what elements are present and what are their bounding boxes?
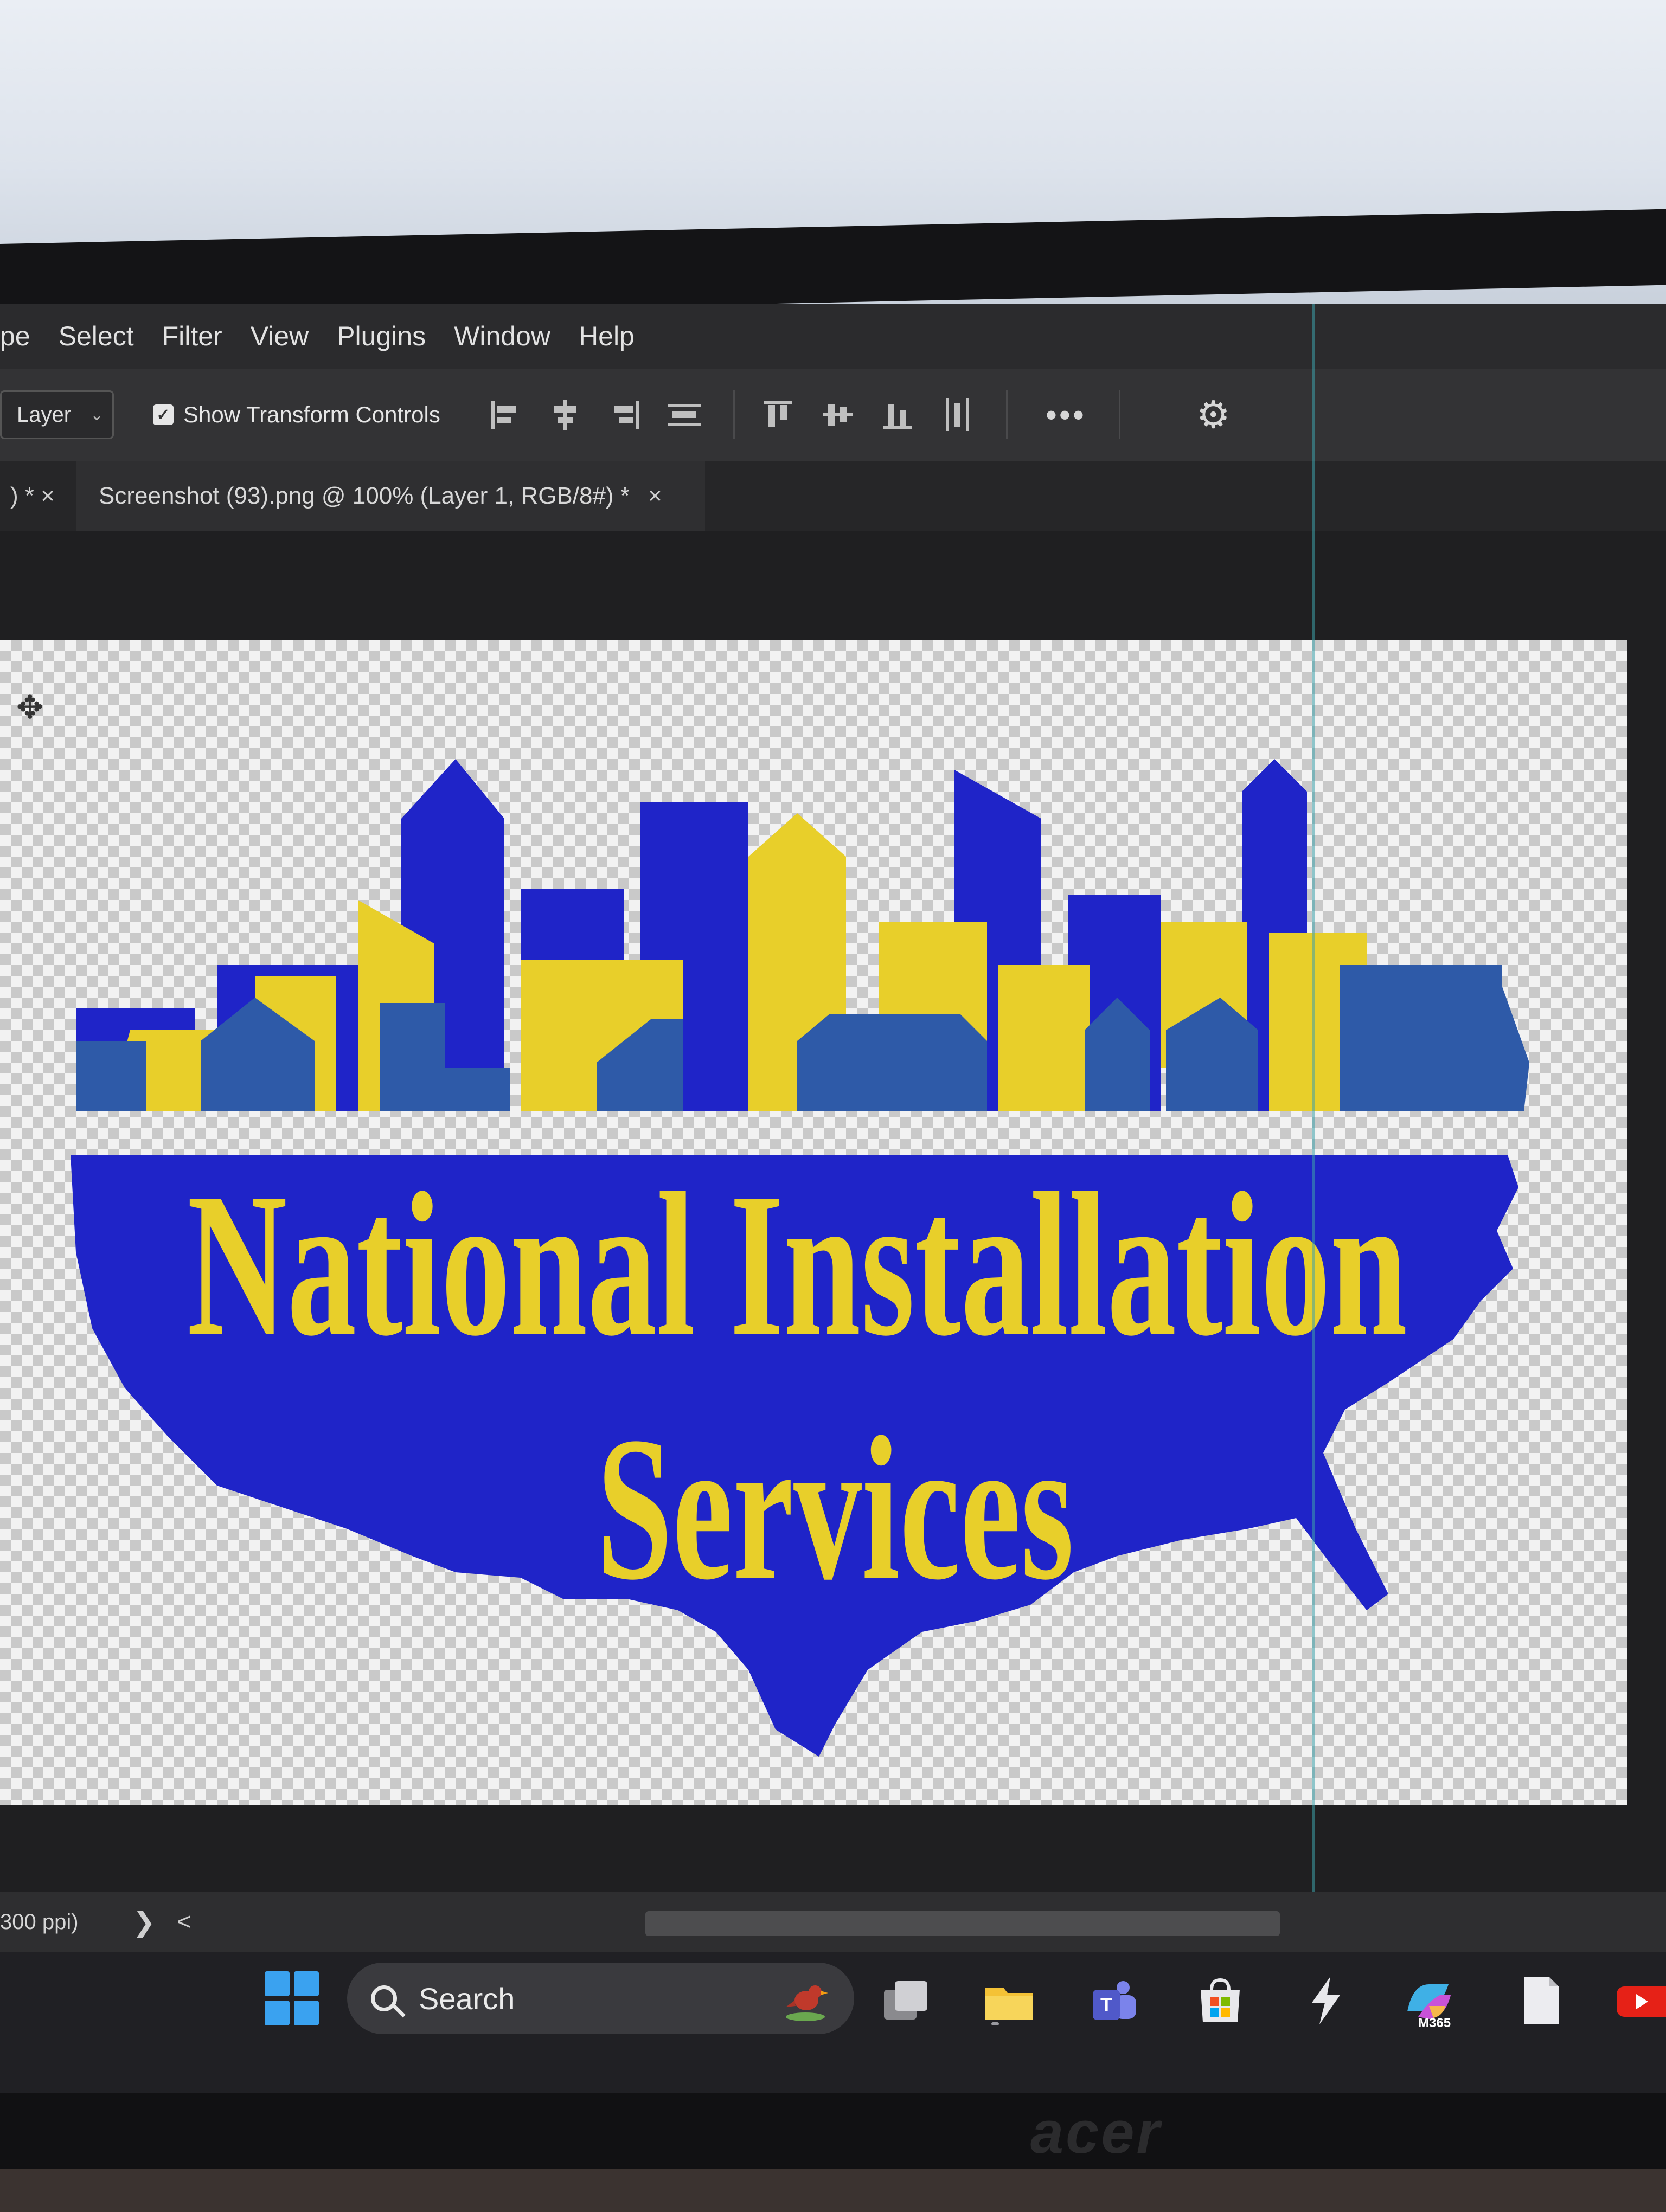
toolbar-separator bbox=[733, 390, 735, 439]
building-steel-6 bbox=[1340, 965, 1502, 1111]
youtube-icon[interactable] bbox=[1613, 1973, 1666, 2028]
building-steel-1 bbox=[76, 1041, 146, 1111]
more-options-icon[interactable]: ••• bbox=[1046, 396, 1086, 434]
document-canvas[interactable]: National Installation Services bbox=[0, 640, 1627, 1805]
horizontal-scrollbar-thumb[interactable] bbox=[645, 1911, 1280, 1936]
document-tab-bar: ) * × Screenshot (93).png @ 100% (Layer … bbox=[0, 461, 1666, 531]
menu-select[interactable]: Select bbox=[59, 320, 134, 352]
show-transform-controls-label: Show Transform Controls bbox=[183, 402, 440, 427]
search-label: Search bbox=[419, 1981, 515, 2016]
taskbar-search[interactable]: Search bbox=[347, 1963, 854, 2034]
tab-title: Screenshot (93).png @ 100% (Layer 1, RGB… bbox=[99, 483, 630, 509]
building-steel-5 bbox=[797, 1014, 987, 1111]
toolbar-separator bbox=[1005, 390, 1008, 439]
distribute-vertical-icon[interactable] bbox=[668, 398, 701, 431]
status-expand-arrow[interactable]: ❯ bbox=[133, 1906, 156, 1938]
close-icon[interactable]: × bbox=[648, 483, 662, 510]
windows-start-icon[interactable] bbox=[265, 1971, 319, 2025]
monitor-brand-logo: acer bbox=[1030, 2099, 1162, 2166]
file-explorer-icon[interactable] bbox=[982, 1973, 1036, 2028]
tab-active-document[interactable]: Screenshot (93).png @ 100% (Layer 1, RGB… bbox=[76, 461, 705, 531]
menu-filter[interactable]: Filter bbox=[162, 320, 222, 352]
menu-view[interactable]: View bbox=[251, 320, 309, 352]
align-horizontal-centers-icon[interactable] bbox=[549, 398, 581, 431]
desk-surface bbox=[0, 2169, 1666, 2212]
m365-label: M365 bbox=[1418, 2016, 1451, 2030]
align-top-edges-icon[interactable] bbox=[762, 398, 794, 431]
notepad-icon[interactable] bbox=[1513, 1973, 1567, 2028]
layer-select-label: Layer bbox=[17, 402, 72, 427]
align-left-edges-icon[interactable] bbox=[489, 398, 522, 431]
svg-text:T: T bbox=[1100, 1994, 1112, 2016]
guide-line bbox=[1312, 304, 1315, 1930]
options-bar: Layer ⌄ ✓ Show Transform Controls ••• ⚙ bbox=[0, 369, 1666, 461]
menu-plugins[interactable]: Plugins bbox=[337, 320, 426, 352]
menu-help[interactable]: Help bbox=[579, 320, 635, 352]
menu-window[interactable]: Window bbox=[454, 320, 550, 352]
logo-line-2: Services bbox=[597, 1394, 1074, 1623]
scroll-left-arrow[interactable]: < bbox=[177, 1908, 191, 1935]
building-steel-3 bbox=[445, 1068, 510, 1111]
toolbar-separator bbox=[1118, 390, 1120, 439]
menubar: pe Select Filter View Plugins Window Hel… bbox=[0, 304, 1666, 369]
checkmark-icon: ✓ bbox=[153, 404, 174, 425]
monitor-bezel-bottom bbox=[0, 2093, 1666, 2174]
gear-icon[interactable]: ⚙ bbox=[1196, 393, 1231, 437]
show-transform-controls-checkbox[interactable]: ✓ Show Transform Controls bbox=[153, 402, 440, 428]
distribute-horizontal-icon[interactable] bbox=[941, 398, 973, 431]
microsoft-store-icon[interactable] bbox=[1193, 1973, 1247, 2028]
align-vertical-centers-icon[interactable] bbox=[822, 398, 854, 431]
align-bottom-edges-icon[interactable] bbox=[881, 398, 914, 431]
logo-line-1: National Installation bbox=[187, 1150, 1407, 1379]
tower-yellow-7 bbox=[998, 965, 1090, 1111]
task-view-icon[interactable] bbox=[879, 1973, 933, 2028]
move-cursor-icon: ✥ bbox=[16, 689, 44, 725]
auto-select-layer-dropdown[interactable]: Layer ⌄ bbox=[0, 390, 114, 439]
building-steel-2 bbox=[380, 1003, 445, 1111]
menu-type[interactable]: pe bbox=[0, 320, 30, 352]
align-right-edges-icon[interactable] bbox=[608, 398, 641, 431]
chevron-down-icon: ⌄ bbox=[89, 406, 104, 424]
teams-icon[interactable]: T bbox=[1087, 1973, 1142, 2028]
document-info: 300 ppi) bbox=[0, 1909, 79, 1934]
align-buttons: ••• ⚙ bbox=[489, 390, 1231, 439]
tab-previous-document[interactable]: ) * × bbox=[0, 461, 65, 531]
building-steel-7 bbox=[1502, 987, 1529, 1111]
logo-artwork: National Installation Services bbox=[71, 759, 1529, 1757]
search-icon bbox=[371, 1985, 397, 2011]
lightning-app-icon[interactable] bbox=[1299, 1973, 1353, 2028]
bird-icon bbox=[786, 1985, 828, 2021]
